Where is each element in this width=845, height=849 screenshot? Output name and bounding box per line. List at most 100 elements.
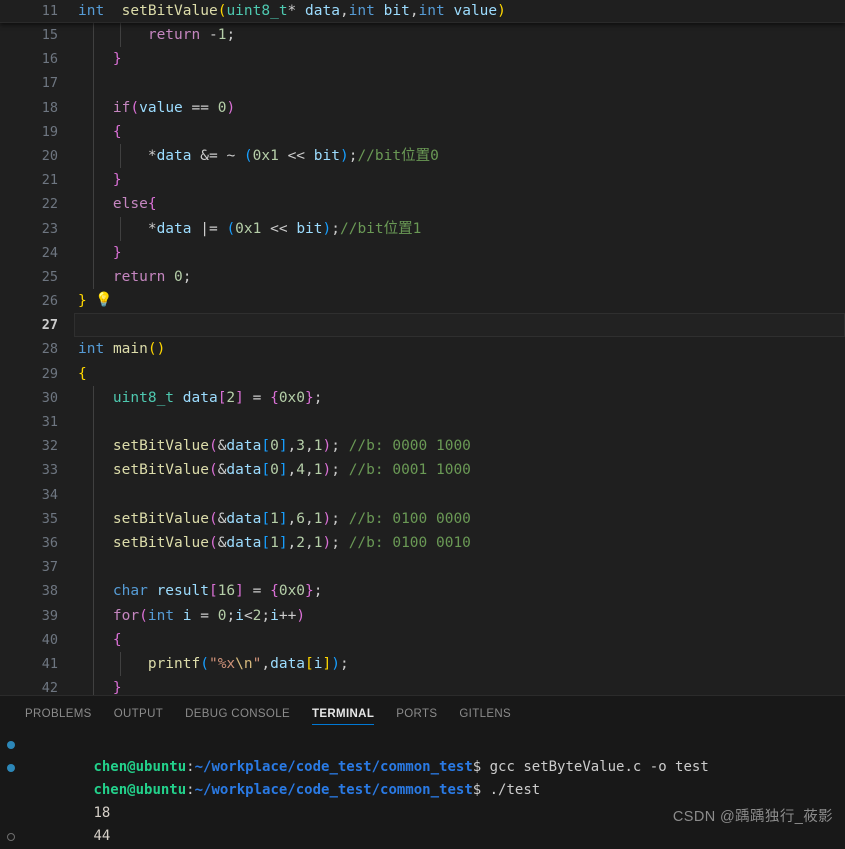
line-code: uint8_t data[2] = {0x0}; [112, 389, 323, 406]
line-code: printf("%x\n",data[i]); [147, 655, 349, 672]
line-code: if(value == 0) [112, 99, 236, 116]
line-number: 28 [41, 341, 58, 358]
line-code: } [112, 172, 122, 189]
line-number: 36 [41, 534, 58, 551]
line-number: 23 [41, 220, 58, 237]
line-number: 30 [41, 389, 58, 406]
tab-output[interactable]: OUTPUT [103, 696, 174, 731]
code-line[interactable]: 38 char result[16] = {0x0}; [0, 579, 845, 604]
panel-tab-bar: PROBLEMS OUTPUT DEBUG CONSOLE TERMINAL P… [0, 696, 845, 731]
code-line-active[interactable]: 27 [0, 313, 845, 338]
line-code: *data &= ~ (0x1 << bit);//bit位置0 [147, 147, 439, 164]
code-line[interactable]: 25 return 0; [0, 264, 845, 290]
line-number: 33 [41, 462, 58, 479]
watermark-text: CSDN @踽踽独行_莜影 [672, 809, 833, 825]
tab-gitlens[interactable]: GITLENS [448, 696, 522, 731]
line-code: else{ [112, 196, 157, 213]
line-number: 20 [41, 147, 58, 164]
line-number: 37 [41, 559, 58, 576]
code-line[interactable]: 40 { [0, 627, 845, 652]
code-line[interactable]: 22 else{ [0, 192, 845, 217]
line-number: 22 [41, 196, 58, 213]
line-number: 19 [41, 123, 58, 140]
sticky-line-code: int setBitValue(uint8_t* data,int bit,in… [78, 3, 506, 19]
line-code: } [78, 293, 87, 310]
tab-debug-console[interactable]: DEBUG CONSOLE [174, 696, 301, 731]
line-number: 32 [41, 438, 58, 455]
code-line[interactable]: 20 *data &= ~ (0x1 << bit);//bit位置0 [0, 143, 845, 169]
terminal-prompt-line: chen@ubuntu:~/workplace/code_test/common… [0, 756, 845, 798]
line-number: 21 [41, 172, 58, 189]
bottom-panel: PROBLEMS OUTPUT DEBUG CONSOLE TERMINAL P… [0, 695, 845, 849]
line-code: setBitValue(&data[1],6,1); //b: 0100 000… [112, 510, 471, 527]
code-line[interactable]: 34 [0, 482, 845, 507]
line-code: for(int i = 0;i<2;i++) [112, 607, 306, 624]
tab-terminal[interactable]: TERMINAL [301, 696, 385, 731]
code-line[interactable]: 41 printf("%x\n",data[i]); [0, 651, 845, 677]
line-number: 18 [41, 99, 58, 116]
code-line[interactable]: 42 } [0, 676, 845, 695]
vscode-window: 11 int setBitValue(uint8_t* data,int bit… [0, 0, 845, 849]
line-number: 27 [41, 317, 58, 334]
tab-problems[interactable]: PROBLEMS [14, 696, 103, 731]
terminal-output[interactable]: chen@ubuntu:~/workplace/code_test/common… [0, 731, 845, 849]
code-line[interactable]: 29 { [0, 362, 845, 386]
command-status-icon [7, 764, 15, 772]
line-number: 39 [41, 607, 58, 624]
line-number: 35 [41, 510, 58, 527]
code-line[interactable]: 26 } 💡 [0, 289, 845, 313]
line-number: 31 [41, 414, 58, 430]
terminal-prompt-line: chen@ubuntu:~/workplace/code_test/common… [0, 733, 845, 775]
code-line[interactable]: 16 } [0, 47, 845, 72]
code-line[interactable]: 31 [0, 410, 845, 435]
command-status-icon [7, 741, 15, 749]
line-number: 26 [41, 293, 58, 310]
code-line[interactable]: 28 int main() [0, 337, 845, 361]
code-line[interactable]: 17 [0, 71, 845, 96]
tab-ports[interactable]: PORTS [385, 696, 448, 731]
line-number: 40 [41, 631, 58, 648]
code-line[interactable]: 23 *data |= (0x1 << bit);//bit位置1 [0, 216, 845, 241]
code-line[interactable]: 30 uint8_t data[2] = {0x0}; [0, 385, 845, 410]
code-line[interactable]: 21 } [0, 168, 845, 193]
line-number: 24 [41, 244, 58, 261]
code-line[interactable]: 32 setBitValue(&data[0],3,1); //b: 0000 … [0, 434, 845, 459]
line-code: setBitValue(&data[0],4,1); //b: 0001 100… [112, 462, 471, 479]
code-line[interactable]: 35 setBitValue(&data[1],6,1); //b: 0100 … [0, 506, 845, 531]
code-line[interactable]: 33 setBitValue(&data[0],4,1); //b: 0001 … [0, 458, 845, 483]
line-number: 34 [41, 486, 58, 503]
line-number: 11 [41, 3, 58, 19]
line-code: return -1; [147, 27, 236, 43]
line-number: 25 [41, 268, 58, 285]
line-code: } [112, 244, 122, 261]
line-code: { [112, 631, 122, 648]
lightbulb-icon[interactable]: 💡 [95, 292, 112, 309]
line-code: { [112, 123, 122, 140]
current-line-highlight [74, 313, 845, 338]
code-line[interactable]: 15 return -1; [0, 23, 845, 48]
line-code: char result[16] = {0x0}; [112, 583, 323, 600]
command-status-icon [7, 833, 15, 841]
line-code: setBitValue(&data[0],3,1); //b: 0000 100… [112, 438, 471, 455]
code-line[interactable]: 37 [0, 555, 845, 580]
code-line[interactable]: 19 { [0, 119, 845, 144]
line-code: int main() [78, 341, 166, 358]
sticky-line: 11 int setBitValue(uint8_t* data,int bit… [0, 0, 845, 23]
terminal-active-prompt-line[interactable]: chen@ubuntu:~/workplace/code_test/common… [0, 825, 845, 848]
line-code: *data |= (0x1 << bit);//bit位置1 [147, 220, 422, 237]
code-line[interactable]: 24 } [0, 240, 845, 265]
code-line[interactable]: 39 for(int i = 0;i<2;i++) [0, 603, 845, 628]
line-code: } [112, 680, 122, 695]
line-code: setBitValue(&data[1],2,1); //b: 0100 001… [112, 534, 471, 551]
line-number: 29 [41, 365, 58, 382]
line-number: 38 [41, 583, 58, 600]
code-lines[interactable]: 15 return -1; 16 } 17 18 if(value == 0) … [0, 23, 845, 695]
line-number: 41 [41, 655, 58, 672]
code-line[interactable]: 36 setBitValue(&data[1],2,1); //b: 0100 … [0, 530, 845, 556]
sticky-scroll-header[interactable]: 11 int setBitValue(uint8_t* data,int bit… [0, 0, 845, 23]
line-code: return 0; [112, 268, 192, 285]
line-code: { [78, 365, 87, 382]
code-editor[interactable]: 11 int setBitValue(uint8_t* data,int bit… [0, 0, 845, 695]
code-line[interactable]: 18 if(value == 0) [0, 95, 845, 120]
terminal-output-line: 18 [0, 779, 845, 821]
